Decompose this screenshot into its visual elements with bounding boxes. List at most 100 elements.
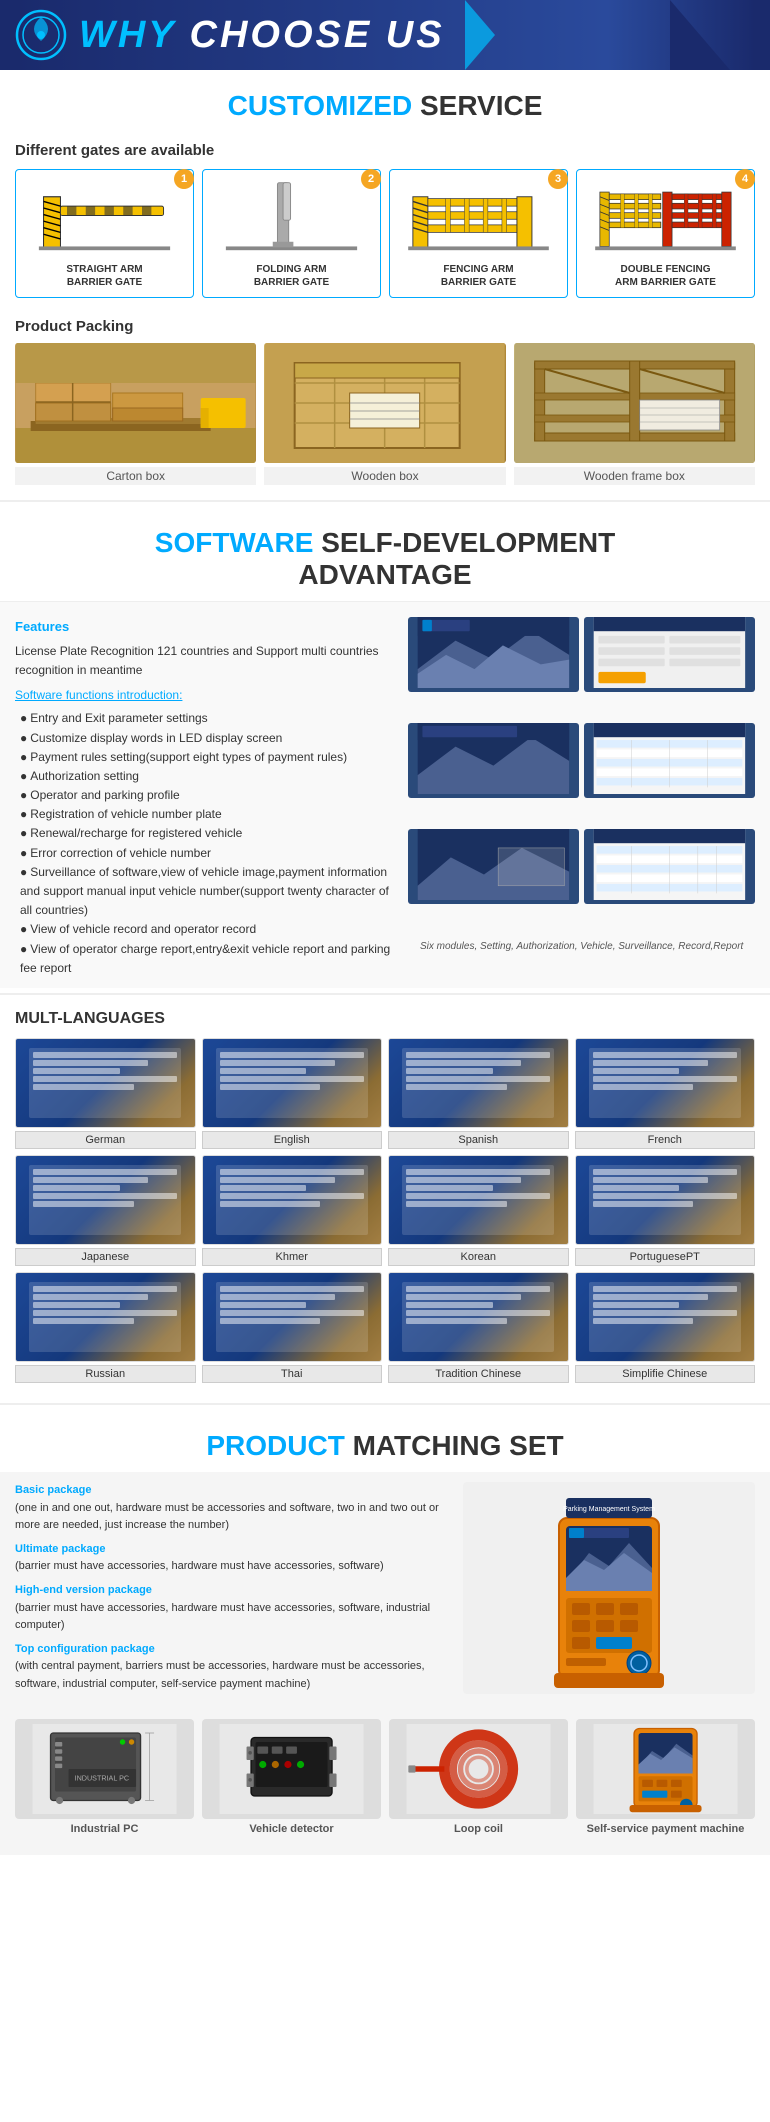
func-item-8: Error correction of vehicle number [20,844,396,863]
screenshot-1-svg [408,617,579,688]
func-item-7: Renewal/recharge for registered vehicle [20,824,396,843]
lang-item-russian: Russian [15,1272,196,1383]
lang-item-simplifie-chinese: Simplifie Chinese [575,1272,756,1383]
header-arrow-icon [465,0,495,70]
bottom-label-payment-machine: Self-service payment machine [576,1823,755,1835]
lang-item-portuguese: PortuguesePT [575,1155,756,1266]
lang-item-korean: Korean [388,1155,569,1266]
software-screenshot-1 [408,617,579,692]
top-config-package-desc: (with central payment, barriers must be … [15,1658,453,1693]
divider-3 [0,1403,770,1405]
tradition-chinese-screenshot [388,1272,569,1362]
folding-arm-gate-icon [208,178,375,253]
divider-1 [0,500,770,502]
lang-label-portuguese: PortuguesePT [575,1248,756,1266]
straight-arm-gate-icon [21,178,188,253]
gate-label-4: DOUBLE FENCINGARM BARRIER GATE [582,263,749,289]
portuguese-screenshot [575,1155,756,1245]
gate-number-2: 2 [361,169,381,189]
software-text: Features License Plate Recognition 121 c… [15,617,396,978]
khmer-screenshot [202,1155,383,1245]
french-screenshot [575,1038,756,1128]
software-screenshot-6 [584,829,755,904]
lang-item-german: German [15,1038,196,1149]
gate-number-1: 1 [174,169,194,189]
lang-label-german: German [15,1131,196,1149]
gates-grid: 1 [15,169,755,298]
languages-grid: German English [15,1038,755,1383]
software-caption: Six modules, Setting, Authorization, Veh… [408,941,755,978]
highend-package-title: High-end version package [15,1582,453,1600]
ultimate-package-title: Ultimate package [15,1541,453,1559]
lang-item-khmer: Khmer [202,1155,383,1266]
packing-label-wooden: Wooden box [264,467,505,485]
lang-item-thai: Thai [202,1272,383,1383]
payment-machine-svg: Parking Management System [544,1488,674,1688]
packing-item-wooden: Wooden box [264,343,505,485]
customized-service-title: CUSTOMIZED SERVICE [0,70,770,132]
payment-machine-bottom-svg [585,1724,746,1814]
packing-title: Product Packing [15,318,755,335]
screenshot-3-svg [408,723,579,794]
basic-package-desc: (one in and one out, hardware must be ac… [15,1500,453,1535]
svg-text:Parking Management System: Parking Management System [563,1506,655,1513]
bottom-label-vehicle-detector: Vehicle detector [202,1823,381,1835]
lang-label-thai: Thai [202,1365,383,1383]
ultimate-package-desc: (barrier must have accessories, hardware… [15,1558,453,1576]
features-desc: License Plate Recognition 121 countries … [15,642,396,680]
carton-box-image [15,343,256,463]
payment-machine-bottom-image [576,1719,755,1819]
func-item-5: Operator and parking profile [20,786,396,805]
lang-item-spanish: Spanish [388,1038,569,1149]
product-matching-title: PRODUCT MATCHING SET [0,1410,770,1472]
matching-text: Basic package (one in and one out, hardw… [15,1482,453,1694]
bottom-label-loop-coil: Loop coil [389,1823,568,1835]
company-logo-icon [15,9,67,61]
japanese-screenshot [15,1155,196,1245]
header-title: WHY WHY CHOOSE USCHOOSE US [79,14,445,57]
gate-label-2: FOLDING ARMBARRIER GATE [208,263,375,289]
divider-2 [0,993,770,995]
carton-box-svg [15,343,256,463]
features-title: Features [15,617,396,638]
lang-item-tradition-chinese: Tradition Chinese [388,1272,569,1383]
gate-item-3: 3 [389,169,568,298]
fencing-arm-gate-icon [395,178,562,253]
spanish-screenshot [388,1038,569,1128]
software-screenshot-3 [408,723,579,798]
packing-item-carton: Carton box [15,343,256,485]
lang-label-spanish: Spanish [388,1131,569,1149]
func-item-2: Customize display words in LED display s… [20,729,396,748]
bottom-products-section: INDUSTRIAL PC Industrial PC [0,1709,770,1855]
thai-screenshot [202,1272,383,1362]
double-fencing-gate-icon [582,178,749,253]
func-item-9: Surveillance of software,view of vehicle… [20,863,396,921]
func-item-4: Authorization setting [20,767,396,786]
lang-label-russian: Russian [15,1365,196,1383]
gates-subtitle: Different gates are available [15,142,755,159]
payment-machine-image: Parking Management System [463,1482,755,1694]
func-item-1: Entry and Exit parameter settings [20,709,396,728]
industrial-pc-svg: INDUSTRIAL PC [24,1724,185,1814]
func-item-11: View of operator charge report,entry&exi… [20,940,396,978]
lang-item-japanese: Japanese [15,1155,196,1266]
wooden-frame-svg [514,343,755,463]
lang-label-korean: Korean [388,1248,569,1266]
screenshot-6-svg [584,829,755,900]
gate-label-1: STRAIGHT ARMBARRIER GATE [21,263,188,289]
english-screenshot [202,1038,383,1128]
gate-label-3: FENCING ARMBARRIER GATE [395,263,562,289]
wooden-frame-box-image [514,343,755,463]
intro-title: Software functions introduction: [15,686,396,705]
bottom-item-industrial-pc: INDUSTRIAL PC Industrial PC [15,1719,194,1835]
bottom-label-industrial-pc: Industrial PC [15,1823,194,1835]
lang-label-french: French [575,1131,756,1149]
product-matching-section: Basic package (one in and one out, hardw… [0,1472,770,1709]
wooden-box-image [264,343,505,463]
software-screenshot-4 [584,723,755,798]
loop-coil-image [389,1719,568,1819]
korean-screenshot [388,1155,569,1245]
gate-number-3: 3 [548,169,568,189]
screenshot-2-svg [584,617,755,688]
gate-item-1: 1 [15,169,194,298]
